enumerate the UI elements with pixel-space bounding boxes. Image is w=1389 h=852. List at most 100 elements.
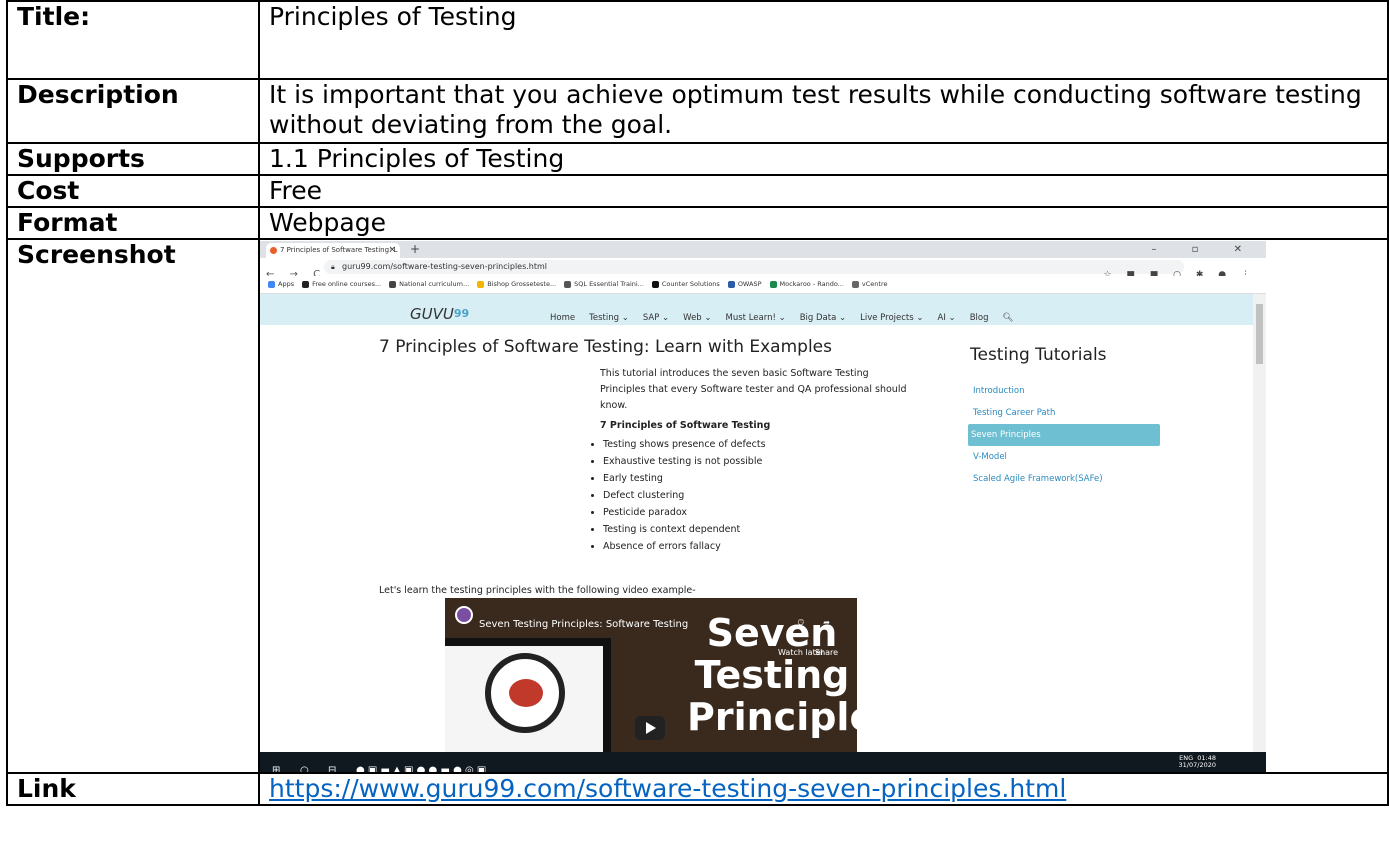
site-menu-item[interactable]: Must Learn! ⌄ [726,313,786,323]
bookmarks-bar: Apps Free online courses... National curri… [260,276,1266,294]
site-menu: Home Testing ⌄ SAP ⌄ Web ⌄ Must Learn! ⌄ Big … [550,303,1027,333]
principles-list: Testing shows presence of defectsExhaust… [588,436,766,555]
bookmark-item[interactable]: Bishop Grosseteste... [477,276,556,293]
bookmark-label: vCentre [861,280,888,288]
bookmark-label: Bishop Grosseteste... [487,280,557,288]
play-icon[interactable] [635,716,665,740]
bookmark-icon [477,280,485,288]
bookmark-item[interactable]: Free online courses... [302,276,381,293]
browser-tab[interactable]: 7 Principles of Software Testing: L × [266,243,400,258]
site-menu-item[interactable]: Big Data ⌄ [800,313,846,323]
row-supports: Supports 1.1 Principles of Testing [6,142,1389,176]
guru99-page: GUVU99 Home Testing ⌄ SAP ⌄ Web ⌄ Must Learn… [260,294,1253,764]
principle-item: Absence of errors fallacy [603,538,766,555]
link-label: Link [6,772,260,806]
principle-item: Testing is context dependent [603,521,766,538]
bookmark-icon [302,280,310,288]
address-bar-row: ← → C 🔒︎ guru99.com/software-testing-sev… [260,258,1266,280]
resource-link[interactable]: https://www.guru99.com/software-testing-… [269,774,1066,803]
resource-table: Title: Principles of Testing Description… [6,0,1389,806]
principle-item: Early testing [603,470,766,487]
tray-date: 31/07/2020 [1178,761,1216,769]
sidebar-link[interactable]: Scaled Agile Framework(SAFe) [970,468,1160,490]
logo-sup: 99 [453,307,470,320]
sidebar-link[interactable]: Seven Principles [968,424,1160,446]
row-screenshot: Screenshot 7 Principles of Software Test… [6,238,1389,774]
task-view-icon[interactable]: ⊟ [328,756,336,772]
principle-item: Pesticide paradox [603,504,766,521]
title-value: Principles of Testing [258,0,1389,80]
sidebar-link[interactable]: Introduction [970,380,1160,402]
bookmark-label: OWASP [737,280,762,288]
bookmark-icon [268,280,275,288]
site-menu-item[interactable]: Web ⌄ [683,313,711,323]
system-tray[interactable]: ENG 01:48 31/07/2020 [1179,755,1216,769]
magnifier-bug-icon [485,653,565,733]
site-logo[interactable]: GUVU99 [410,299,469,329]
row-title: Title: Principles of Testing [6,0,1389,80]
title-label: Title: [6,0,260,80]
new-tab-button[interactable]: + [410,241,420,258]
site-menu-item[interactable]: AI ⌄ [938,313,956,323]
site-menu-item[interactable]: Home [550,313,575,323]
supports-label: Supports [6,142,260,176]
supports-value: 1.1 Principles of Testing [258,142,1389,176]
principle-item: Defect clustering [603,487,766,504]
start-icon[interactable]: ⊞ [272,756,280,772]
video-title: Seven Testing Principles: Software Testi… [479,619,689,630]
bookmark-icon [564,280,572,288]
video-player[interactable]: Seven Testing Principles: Software Testi… [445,598,857,764]
share-button[interactable]: ➦ Share [815,608,838,668]
sidebar-title: Testing Tutorials [970,345,1107,365]
site-menu-item[interactable]: 🔍︎ [1002,313,1013,323]
sidebar-items: Introduction Testing Career Path Seven Pri… [968,380,1160,490]
article-intro: This tutorial introduces the seven basic… [600,368,907,411]
lock-icon: 🔒︎ [331,263,335,271]
tutorial-sidebar: Testing Tutorials Introduction Testing Ca… [968,340,1160,490]
bookmark-item[interactable]: Mockaroo - Rando... [769,276,844,293]
window-controls[interactable]: – ▫ ✕ [1151,241,1258,258]
bookmark-item[interactable]: SQL Essential Traini... [564,276,644,293]
site-header: GUVU99 Home Testing ⌄ SAP ⌄ Web ⌄ Must Learn… [260,294,1253,325]
tab-close-icon[interactable]: × [388,243,396,258]
windows-taskbar: ⊞ ○ ⊟ ● ▣ ▬ ▲ ▣ ● ● ▬ ● ◎ ▣ ENG 01:48 31… [260,752,1266,772]
bookmark-item[interactable]: Apps [268,276,294,293]
url-input[interactable]: 🔒︎ guru99.com/software-testing-seven-pri… [324,260,1184,274]
format-label: Format [6,206,260,240]
logo-text: GUVU [410,305,454,323]
bookmark-label: Apps [278,280,295,288]
sidebar-link[interactable]: Testing Career Path [970,402,1160,424]
screenshot-cell: 7 Principles of Software Testing: L × + … [258,238,1389,774]
description-value: It is important that you achieve optimum… [258,78,1389,144]
row-format: Format Webpage [6,206,1389,240]
search-icon[interactable]: ○ [300,756,309,772]
article-title: 7 Principles of Software Testing: Learn … [379,337,832,357]
bookmark-item[interactable]: OWASP [727,276,762,293]
row-description: Description It is important that you ach… [6,78,1389,144]
bookmark-item[interactable]: vCentre [851,276,888,293]
format-value: Webpage [258,206,1389,240]
bookmark-icon [851,280,859,288]
site-menu-item[interactable]: SAP ⌄ [643,313,669,323]
bookmark-item[interactable]: Counter Solutions [651,276,720,293]
bookmark-icon [651,280,659,288]
row-link: Link https://www.guru99.com/software-tes… [6,772,1389,806]
favicon-icon [270,247,277,254]
bookmark-item[interactable]: National curriculum... [389,276,469,293]
sidebar-link[interactable]: V-Model [970,446,1160,468]
site-menu-item[interactable]: Live Projects ⌄ [860,313,923,323]
principle-item: Testing shows presence of defects [603,436,766,453]
bookmark-label: Counter Solutions [661,280,720,288]
bookmark-icon [727,280,735,288]
scrollbar-thumb[interactable] [1256,304,1263,364]
bookmark-label: Mockaroo - Rando... [779,280,844,288]
site-menu-item[interactable]: Blog [970,313,989,323]
principle-item: Exhaustive testing is not possible [603,453,766,470]
embedded-screenshot: 7 Principles of Software Testing: L × + … [260,241,1266,772]
scrollbar[interactable] [1253,294,1266,764]
browser-tab-bar: 7 Principles of Software Testing: L × + … [260,241,1266,258]
taskbar-app-icons[interactable]: ● ▣ ▬ ▲ ▣ ● ● ▬ ● ◎ ▣ [356,756,486,772]
link-value: https://www.guru99.com/software-testing-… [258,772,1389,806]
site-menu-item[interactable]: Testing ⌄ [589,313,629,323]
bookmark-icon [389,280,397,288]
